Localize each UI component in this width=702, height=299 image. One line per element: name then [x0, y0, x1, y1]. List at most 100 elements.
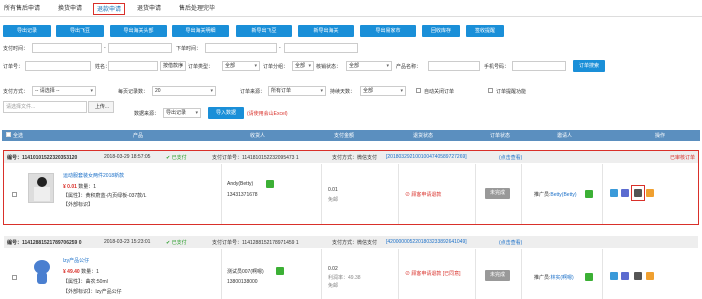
- new-export-customs-button[interactable]: 新导出海关: [298, 25, 354, 37]
- divider: [475, 164, 476, 224]
- order-time-start-input[interactable]: [205, 43, 277, 53]
- product-extra: 【外部标识】: [63, 202, 94, 208]
- pay-time-end-input[interactable]: [108, 43, 172, 53]
- order-status-button[interactable]: 未完成: [485, 270, 510, 281]
- order-head-2: 编号：11412881521789706259 0 2018-03-23 15:…: [4, 236, 698, 248]
- col-pay-amount: 支付金额: [334, 133, 355, 139]
- print-icon[interactable]: [634, 272, 642, 280]
- auto-close-label: 自动关闭订单: [424, 89, 455, 95]
- transaction-number[interactable]: [4200000052201803233892641049]: [386, 239, 467, 245]
- order-source-label: 订单来源：: [240, 89, 266, 95]
- export-feidou-button[interactable]: 导出飞豆: [56, 25, 104, 37]
- tab-return[interactable]: 退货申请: [134, 3, 164, 15]
- page-size-label: 每页记录数：: [118, 89, 149, 95]
- order-search-button[interactable]: 订单搜索: [573, 60, 605, 72]
- wechat-icon[interactable]: [276, 267, 284, 275]
- order-type-label: 订单类型：: [188, 64, 214, 70]
- upload-button[interactable]: 上传...: [88, 101, 114, 113]
- data-source-label: 数据来源：: [134, 111, 160, 117]
- col-product: 产品: [133, 133, 144, 139]
- order-group-label: 订单分组：: [263, 64, 289, 70]
- verify-status-select[interactable]: 全部: [346, 61, 392, 71]
- phone-input[interactable]: [512, 61, 566, 71]
- export-customs-detail-button[interactable]: 导出海关明细: [172, 25, 229, 37]
- order-time: 2018-03-29 18:57:05: [104, 154, 151, 160]
- divider: [321, 164, 322, 224]
- product-title[interactable]: lzy产品公仔: [63, 257, 89, 264]
- order-status-button[interactable]: 未完成: [485, 188, 510, 199]
- refund-status: ⊘ 顾客申请退款: [405, 192, 442, 198]
- export-customs-head-button[interactable]: 导出海关头部: [110, 25, 167, 37]
- import-data-button[interactable]: 导入数据: [208, 107, 244, 119]
- recipient-name: 测试员007(啊嗯): [227, 269, 264, 275]
- col-promoter: 邀请人: [557, 133, 573, 139]
- name-input[interactable]: [108, 61, 158, 71]
- product-image: [30, 256, 54, 288]
- pay-method-label: 支付方式：: [3, 89, 29, 95]
- recycle-stock-button[interactable]: 回收库存: [422, 25, 460, 37]
- col-order-status: 订单状态: [490, 133, 511, 139]
- divider: [602, 164, 603, 224]
- transaction-link[interactable]: (点击查看): [499, 154, 522, 161]
- transaction-link[interactable]: (点击查看): [499, 239, 522, 246]
- pay-method-select[interactable]: -- 请选择 --: [32, 86, 96, 96]
- divider: [475, 249, 476, 299]
- transaction-number[interactable]: [2018032921001004740589727269]: [386, 154, 467, 160]
- tab-all-aftersales[interactable]: 所有售后申请: [1, 3, 43, 15]
- pay-status: ✔ 已支付: [166, 155, 187, 161]
- sort-select[interactable]: 按借款序: [160, 61, 186, 71]
- product-price-qty: ¥ 49.40 数量：1: [63, 269, 99, 275]
- page-size-select[interactable]: 20: [152, 86, 216, 96]
- note-icon[interactable]: [646, 189, 654, 197]
- pay-amount-sub: 利润率：49.38: [328, 275, 361, 281]
- col-refund-status: 退货状态: [413, 133, 434, 139]
- divider: [521, 164, 522, 224]
- select-all-label: 全选: [13, 133, 24, 139]
- auto-close-checkbox[interactable]: [416, 88, 421, 93]
- order-time-end-input[interactable]: [284, 43, 358, 53]
- order-no-input[interactable]: [25, 61, 91, 71]
- pay-order-number: 支付订单号：1141288152178971459 1: [212, 240, 299, 246]
- side-status: 已审核订单: [670, 155, 696, 161]
- product-price-qty: ¥ 0.01 数量：1: [63, 184, 97, 190]
- import-note: (请使用会山Excel): [247, 111, 288, 117]
- file-path-input[interactable]: 请选择文件...: [3, 101, 87, 113]
- sign-reminder-button[interactable]: 签收提醒: [466, 25, 504, 37]
- view-icon[interactable]: [621, 189, 629, 197]
- note-icon[interactable]: [646, 272, 654, 280]
- edit-icon[interactable]: [610, 272, 618, 280]
- order-time: 2018-03-23 15:23:01: [104, 239, 151, 245]
- tab-done[interactable]: 售后处理完毕: [176, 3, 218, 15]
- product-name-input[interactable]: [428, 61, 480, 71]
- order-checkbox[interactable]: [12, 275, 17, 280]
- refund-status: ⊘ 顾客申请退款 [已同意]: [405, 271, 461, 277]
- order-remind-checkbox[interactable]: [488, 88, 493, 93]
- edit-icon[interactable]: [610, 189, 618, 197]
- data-source-select[interactable]: 导出记录: [163, 108, 201, 118]
- order-type-select[interactable]: 全部: [222, 61, 260, 71]
- wechat-icon[interactable]: [266, 180, 274, 188]
- tab-refund[interactable]: 退款申请: [93, 3, 126, 15]
- tab-exchange[interactable]: 换货申请: [55, 3, 85, 15]
- wechat-icon[interactable]: [585, 190, 593, 198]
- new-export-feidou-button[interactable]: 新导出飞豆: [236, 25, 292, 37]
- divider: [321, 249, 322, 299]
- pay-time-start-input[interactable]: [32, 43, 102, 53]
- wechat-icon[interactable]: [585, 273, 593, 281]
- print-icon[interactable]: [634, 189, 642, 197]
- order-no-label: 订单号：: [3, 64, 24, 70]
- export-record-button[interactable]: 导出记录: [3, 25, 51, 37]
- promoter: 推广员:林实(啊嗯): [534, 275, 574, 281]
- divider: [398, 164, 399, 224]
- view-icon[interactable]: [621, 272, 629, 280]
- export-yijiashi-button[interactable]: 导出易家市: [360, 25, 416, 37]
- order-group-select[interactable]: 全部: [292, 61, 314, 71]
- order-source-select[interactable]: 所有订单: [268, 86, 326, 96]
- pay-method: 支付方式：微信支付: [332, 240, 378, 246]
- product-title[interactable]: 运动服套装女两件2018新款: [63, 172, 124, 179]
- pay-method: 支付方式：微信支付: [332, 155, 378, 161]
- duration-label: 持续天数：: [330, 89, 356, 95]
- select-all-checkbox[interactable]: [6, 132, 11, 138]
- duration-select[interactable]: 全部: [360, 86, 406, 96]
- order-checkbox[interactable]: [12, 192, 17, 197]
